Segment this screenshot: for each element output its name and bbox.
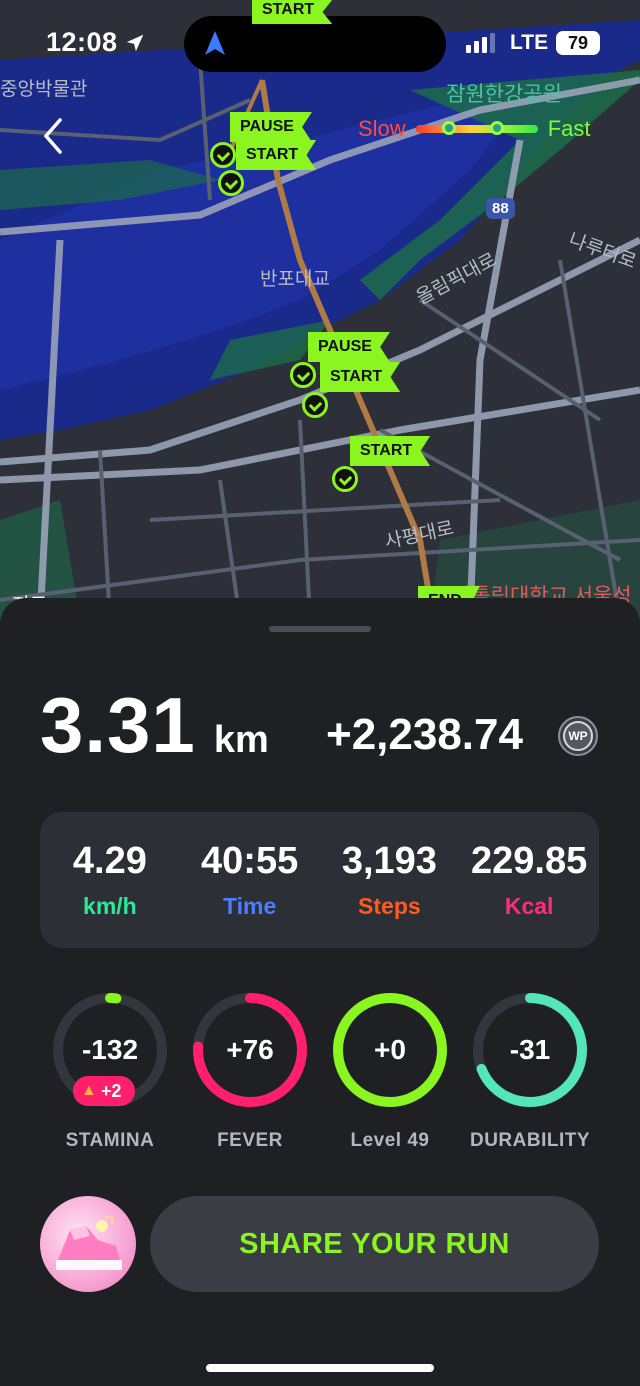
stat-value: 4.29 — [72, 840, 147, 882]
run-summary-sheet: 3.31 km +2,238.74 WP 4.29 km/h 40:55 Time 3,… — [0, 598, 640, 1386]
route-number-badge: 88 — [486, 198, 515, 219]
flag-pause-2[interactable]: PAUSE — [308, 332, 390, 362]
gauge-value: +76 — [226, 1034, 274, 1065]
stat-label: Time — [222, 893, 277, 919]
navigation-icon — [205, 31, 225, 55]
wp-coin-icon: WP — [558, 716, 598, 756]
legend-fast-label: Fast — [547, 116, 591, 141]
flag-start-1[interactable]: START — [236, 140, 317, 170]
flag-start-2[interactable]: START — [320, 362, 401, 392]
gauge-level-49: +0 Level 49 — [320, 990, 460, 1160]
flag-pause-1[interactable]: PAUSE — [230, 112, 312, 142]
map-label-bridge: 반포대교 — [260, 269, 330, 290]
speed-gradient-bar — [415, 121, 538, 135]
gauge-value: -31 — [509, 1034, 551, 1065]
battery-indicator: 79 — [556, 31, 600, 55]
sheet-drag-handle[interactable] — [269, 626, 371, 632]
gauge-label: STAMINA — [65, 1130, 155, 1151]
flag-start-top[interactable]: START — [252, 0, 333, 24]
gauge-value: +0 — [374, 1034, 406, 1065]
pin-pause-2[interactable] — [290, 362, 316, 388]
stat-item: 3,193 Steps — [320, 812, 460, 948]
stat-label: km/h — [83, 893, 137, 919]
stamina-bonus-badge: ▲ +2 — [73, 1076, 136, 1106]
gauge-label: Level 49 — [350, 1130, 430, 1151]
pin-start-2[interactable] — [302, 392, 328, 418]
distance-value: 3.31 — [40, 681, 196, 769]
stat-item: 4.29 km/h — [40, 812, 180, 948]
pin-start-1[interactable] — [218, 170, 244, 196]
wp-coin-label: WP — [563, 721, 593, 751]
flame-icon: ▲ — [81, 1082, 97, 1099]
sneaker-avatar[interactable] — [40, 1196, 136, 1292]
stat-value: 40:55 — [201, 840, 299, 882]
distance-display: 3.31 km — [40, 680, 269, 771]
stat-item: 229.85 Kcal — [459, 812, 599, 948]
signal-icon — [466, 33, 495, 53]
stat-value: 3,193 — [341, 840, 437, 882]
flag-start-3[interactable]: START — [350, 436, 431, 466]
stat-label: Steps — [358, 893, 421, 919]
stat-item: 40:55 Time — [180, 812, 320, 948]
dynamic-island — [184, 16, 446, 72]
status-time: 12:08 — [46, 27, 118, 57]
sneaker-icon — [56, 1215, 122, 1270]
gauge-durability: -31 DURABILITY — [460, 990, 600, 1160]
share-run-button[interactable]: SHARE YOUR RUN — [150, 1196, 599, 1292]
gauge-fever: +76 FEVER — [180, 990, 320, 1160]
gauge-label: FEVER — [217, 1130, 283, 1151]
map-label-park: 잠원한강공원 — [446, 83, 562, 106]
gauge-label: DURABILITY — [469, 1130, 591, 1151]
bonus-value: +2 — [100, 1080, 122, 1101]
speed-legend: Slow Fast — [358, 116, 590, 142]
home-indicator[interactable] — [206, 1364, 434, 1372]
back-button[interactable] — [36, 114, 72, 158]
stat-label: Kcal — [504, 893, 554, 919]
status-clock: 12:08 — [46, 27, 146, 58]
pin-start-3[interactable] — [332, 466, 358, 492]
stats-panel: 4.29 km/h 40:55 Time 3,193 Steps 229.85 Kcal — [40, 812, 599, 948]
pin-pause-1[interactable] — [210, 142, 236, 168]
gauge-stamina: -132 STAMINA ▲ +2 — [40, 990, 180, 1160]
gauges-row: -132 STAMINA ▲ +2 +76 FEVER +0 Level 49 -31 DURAB… — [40, 990, 600, 1160]
stat-value: 229.85 — [471, 840, 588, 882]
network-label: LTE — [510, 31, 549, 54]
distance-unit: km — [213, 719, 269, 761]
map-label-museum: 중앙박물관 — [0, 79, 88, 100]
wp-earned-value: +2,238.74 — [326, 710, 523, 759]
location-arrow-icon — [126, 34, 143, 51]
chevron-left-icon — [43, 118, 62, 154]
legend-slow-label: Slow — [358, 116, 406, 141]
route-map[interactable]: 12:08 LTE 79 Slow Fast 중앙박물관 잠원한강공원 반포대교… — [0, 0, 640, 620]
